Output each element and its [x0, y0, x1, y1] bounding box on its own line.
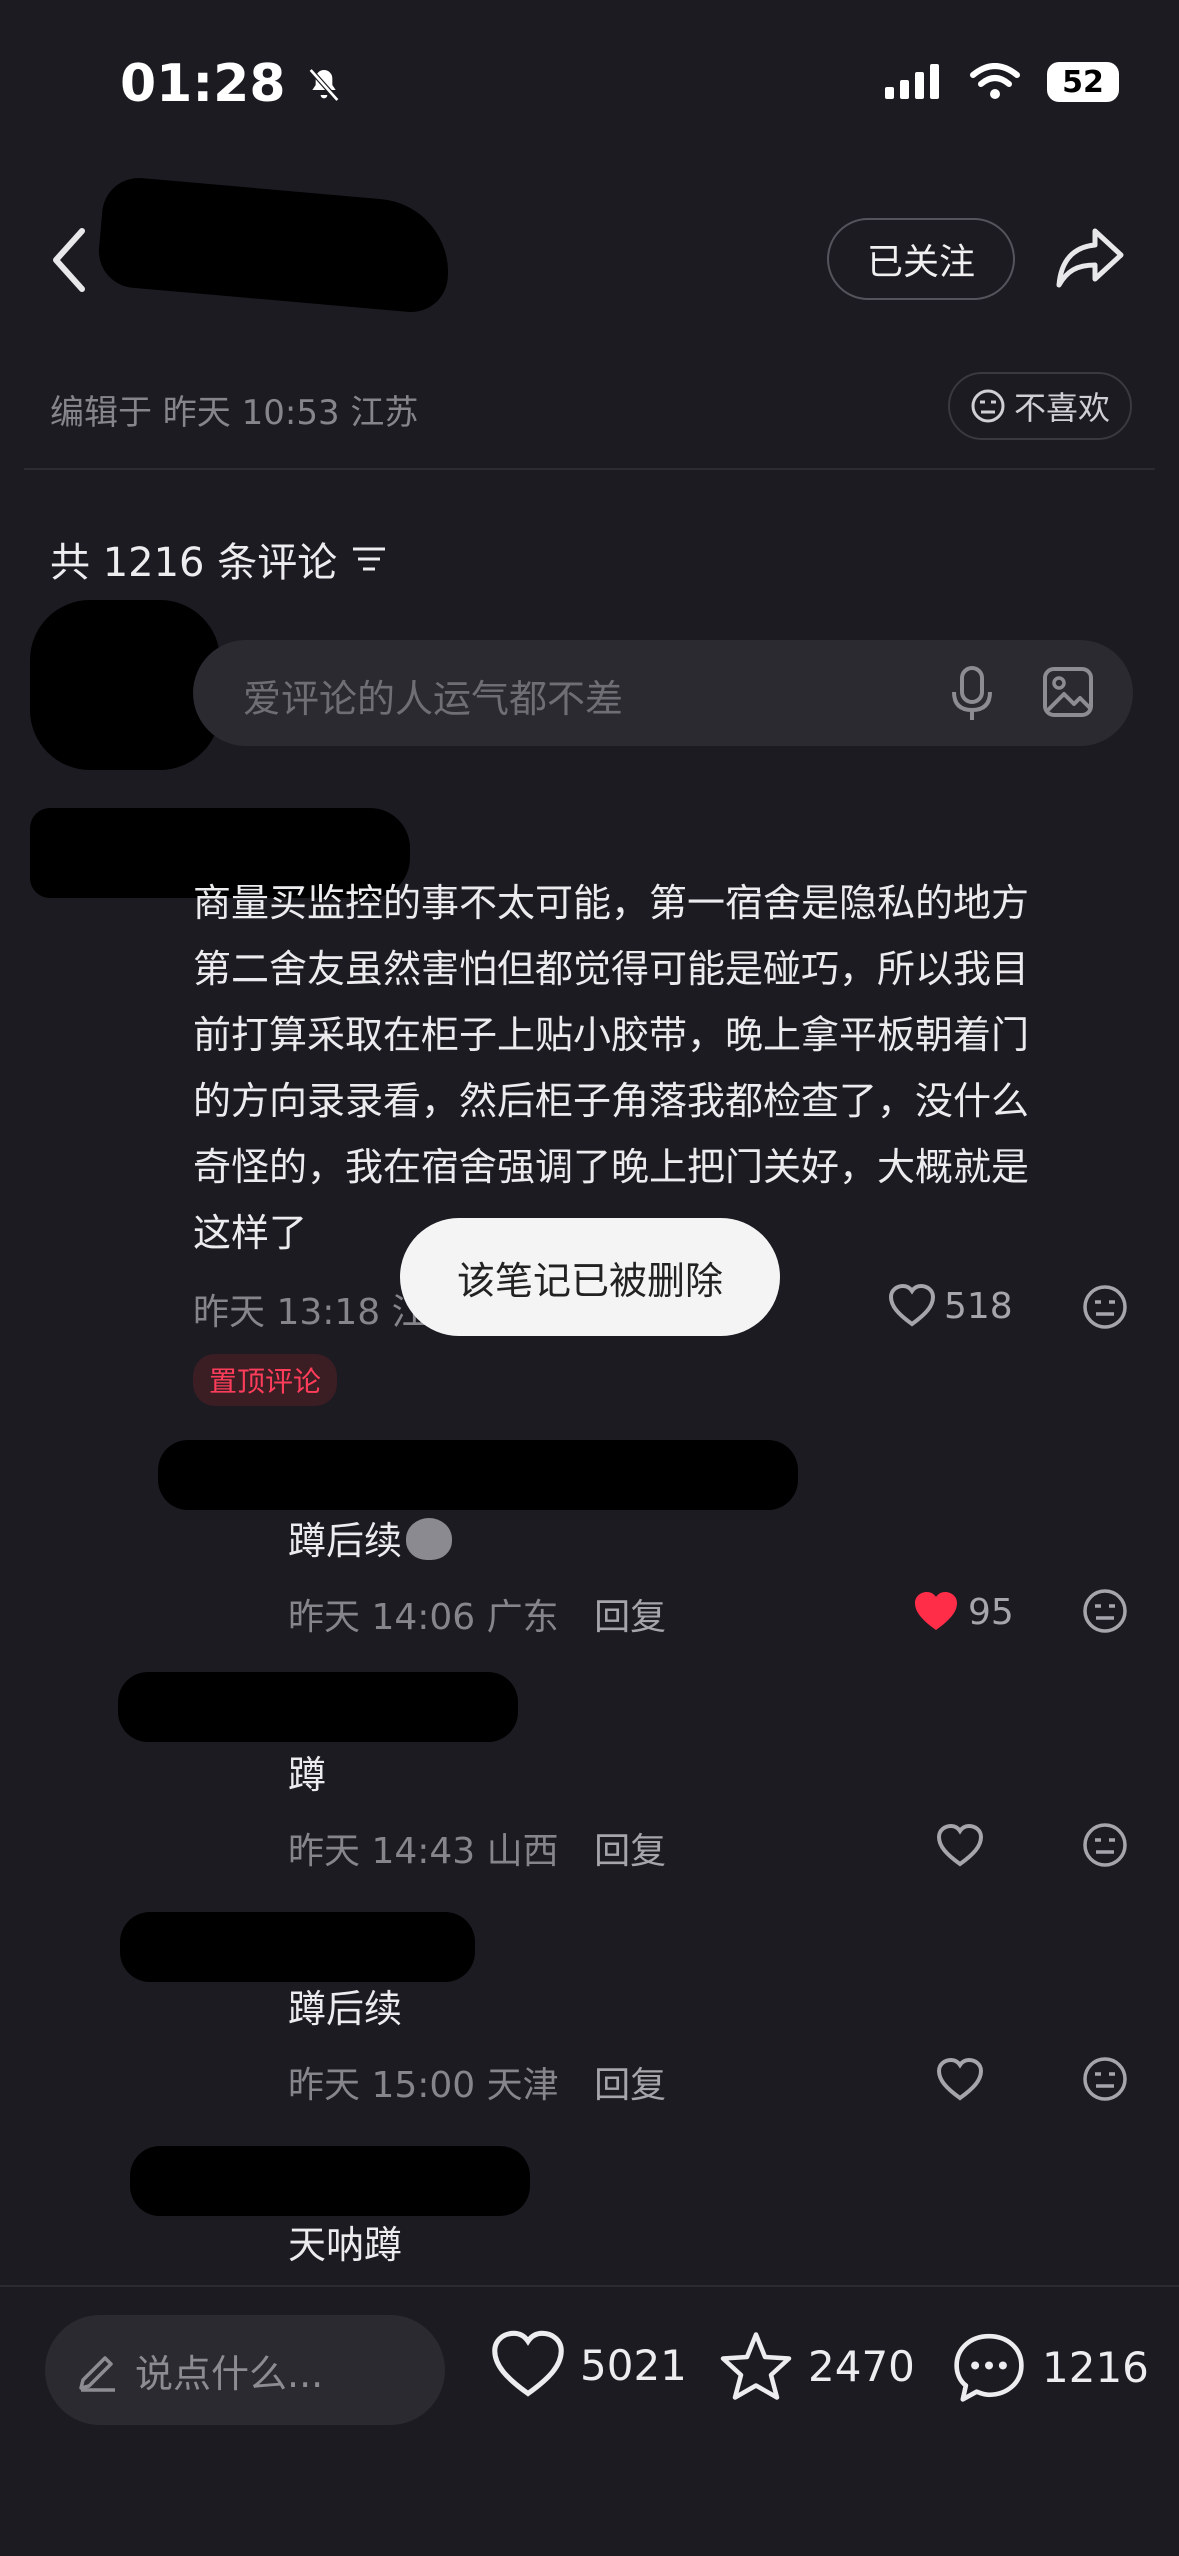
comments-header: 共 1216 条评论 — [50, 530, 387, 588]
post-like-button[interactable]: 5021 — [490, 2330, 687, 2400]
comment-line: 奇怪的，我在宿舍强调了晚上把门关好，大概就是 — [193, 1145, 1030, 1189]
back-arrow-icon[interactable] — [50, 225, 90, 295]
reply-button[interactable]: 回复 — [594, 2065, 666, 2106]
bottom-comment-input[interactable]: 说点什么... — [45, 2315, 445, 2425]
pen-icon — [79, 2356, 115, 2392]
pinned-badge: 置顶评论 — [193, 1354, 338, 1406]
reply-text: 蹲 — [288, 1753, 327, 1797]
reply-time: 昨天 15:00 天津 — [288, 2065, 559, 2106]
reply-meta: 昨天 15:00 天津 回复 — [288, 2056, 666, 2108]
reply-meta: 昨天 14:06 广东 回复 — [288, 1588, 666, 1640]
reply-time: 昨天 14:06 广东 — [288, 1597, 559, 1638]
status-time-text: 01:28 — [120, 54, 286, 114]
dislike-face-icon — [971, 389, 1005, 423]
like-count: 518 — [944, 1285, 1013, 1327]
comment-line: 商量买监控的事不太可能，第一宿舍是隐私的地方 — [193, 881, 1030, 925]
battery-indicator: 52 — [1047, 62, 1119, 102]
share-icon[interactable] — [1055, 225, 1127, 289]
status-time: 01:28 — [120, 54, 344, 114]
dislike-label: 不喜欢 — [1013, 389, 1110, 427]
author-avatar-redacted[interactable] — [95, 174, 455, 316]
post-like-count: 5021 — [580, 2340, 687, 2390]
reply-text: 蹲后续 — [288, 1508, 453, 1574]
post-favorite-count: 2470 — [808, 2341, 915, 2391]
like-count: 95 — [968, 1591, 1014, 1633]
comment-count-label: 共 1216 条评论 — [50, 540, 338, 586]
comment-line: 前打算采取在柜子上贴小胶带，晚上拿平板朝着门 — [193, 1013, 1030, 1057]
signal-icon — [885, 64, 939, 99]
image-icon[interactable] — [1042, 666, 1094, 718]
replier-redacted — [130, 2146, 530, 2216]
star-icon — [720, 2332, 792, 2400]
dislike-button[interactable]: 不喜欢 — [948, 372, 1132, 440]
main-comment-text: 商量买监控的事不太可能，第一宿舍是隐私的地方 第二舍友虽然害怕但都觉得可能是碰巧… — [193, 870, 1153, 1266]
deleted-toast: 该笔记已被删除 — [400, 1218, 780, 1336]
post-edit-meta: 编辑于 昨天 10:53 江苏 — [50, 393, 419, 433]
status-icons: 52 — [885, 62, 1119, 102]
follow-button[interactable]: 已关注 — [827, 218, 1015, 300]
replier-redacted — [158, 1440, 798, 1510]
post-comment-button[interactable]: 1216 — [950, 2330, 1149, 2404]
comment-input-placeholder: 爱评论的人运气都不差 — [243, 677, 624, 721]
wifi-icon — [970, 63, 1020, 99]
reply-button[interactable]: 回复 — [594, 1831, 666, 1872]
like-button[interactable]: 95 — [912, 1590, 1014, 1634]
reply-button[interactable]: 回复 — [594, 1597, 666, 1638]
user-avatar-redacted — [30, 600, 220, 770]
heart-icon — [888, 1284, 936, 1327]
post-favorite-button[interactable]: 2470 — [718, 2330, 915, 2402]
bell-slash-icon — [308, 68, 339, 102]
dislike-face-icon[interactable] — [1082, 1822, 1128, 1868]
dislike-face-icon[interactable] — [1082, 2056, 1128, 2102]
replier-redacted — [118, 1672, 518, 1742]
heart-icon[interactable] — [936, 2058, 984, 2102]
comment-bubble-icon — [954, 2333, 1024, 2402]
reply-time: 昨天 14:43 山西 — [288, 1831, 559, 1872]
reply-text: 蹲后续 — [288, 1987, 403, 2031]
dislike-face-icon[interactable] — [1082, 1588, 1128, 1634]
comment-line: 的方向录录看，然后柜子角落我都检查了，没什么 — [193, 1079, 1030, 1123]
heart-filled-icon — [915, 1592, 957, 1630]
cat-emoji-icon — [406, 1518, 453, 1560]
heart-icon — [492, 2330, 564, 2397]
filter-icon[interactable] — [351, 544, 387, 574]
heart-icon[interactable] — [936, 1824, 984, 1868]
section-divider — [24, 468, 1155, 470]
post-comment-count: 1216 — [1042, 2342, 1149, 2392]
microphone-icon[interactable] — [950, 664, 994, 724]
bottom-divider — [0, 2285, 1179, 2287]
replier-redacted — [120, 1912, 475, 1982]
comment-line: 第二舍友虽然害怕但都觉得可能是碰巧，所以我目 — [193, 947, 1030, 991]
reply-text: 天呐蹲 — [288, 2223, 403, 2267]
dislike-face-icon[interactable] — [1082, 1284, 1128, 1330]
like-button[interactable]: 518 — [888, 1284, 1013, 1328]
reply-text-content: 蹲后续 — [288, 1519, 403, 1563]
bottom-input-placeholder: 说点什么... — [135, 2351, 324, 2396]
reply-meta: 昨天 14:43 山西 回复 — [288, 1822, 666, 1874]
